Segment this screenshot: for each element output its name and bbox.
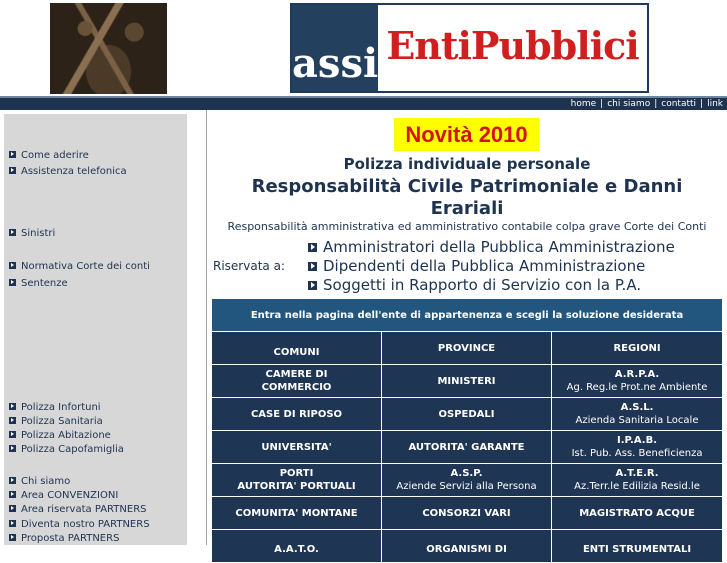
novita-banner: Novità 2010 (394, 118, 539, 151)
nav-home[interactable]: home (571, 99, 597, 109)
riservata-item-dipendenti[interactable]: Dipendenti della Pubblica Amministrazion… (308, 257, 645, 275)
top-nav: home | chi siamo | contatti | link (0, 98, 727, 110)
sidebar-item-sentenze[interactable]: Sentenze (9, 277, 68, 291)
logo-assi-text: assi (292, 5, 378, 91)
ente-province[interactable]: PROVINCE (381, 331, 552, 365)
arrow-right-icon (9, 431, 16, 438)
nav-contatti[interactable]: contatti (661, 99, 696, 109)
ente-magistrato-acque[interactable]: MAGISTRATO ACQUE (550, 496, 724, 530)
ente-universita[interactable]: UNIVERSITA' (211, 430, 382, 464)
main-content: Novità 2010 Polizza individuale personal… (207, 110, 727, 563)
logo-entipubblici-text: EntiPubblici (386, 23, 639, 68)
ente-consorzi-vari[interactable]: CONSORZI VARI (381, 496, 552, 530)
nav-link[interactable]: link (707, 99, 723, 109)
nav-separator: | (654, 99, 658, 109)
ente-ospedali[interactable]: OSPEDALI (381, 397, 552, 431)
arrow-right-icon (9, 477, 16, 484)
ente-regioni[interactable]: REGIONI (550, 331, 724, 365)
sidebar-item-area-riservata[interactable]: Area riservata PARTNERS (9, 503, 146, 517)
arrow-right-icon (308, 243, 317, 252)
header-photo (50, 3, 167, 94)
sidebar-item-diventa-partners[interactable]: Diventa nostro PARTNERS (9, 518, 150, 532)
arrow-right-icon (9, 229, 16, 236)
ente-camere-commercio[interactable]: CAMERE DI COMMERCIO (211, 364, 382, 398)
arrow-right-icon (9, 491, 16, 498)
responsabilita-title: Responsabilità Civile Patrimoniale e Dan… (251, 176, 683, 219)
ente-ater[interactable]: A.T.E.R. Az.Terr.le Edilizia Resid.le (550, 463, 724, 497)
sidebar-item-polizza-infortuni[interactable]: Polizza Infortuni (9, 401, 101, 415)
ente-enti-strumentali[interactable]: ENTI STRUMENTALI (550, 529, 724, 563)
arrow-right-icon (9, 534, 16, 541)
responsabilita-subtitle: Responsabilità amministrativa ed amminis… (227, 220, 707, 233)
sidebar-item-proposta-partners[interactable]: Proposta PARTNERS (9, 532, 119, 546)
ente-comuni[interactable]: COMUNI (211, 331, 382, 365)
arrow-right-icon (9, 403, 16, 410)
sidebar-item-convenzioni[interactable]: Area CONVENZIONI (9, 489, 118, 503)
riservata-label: Riservata a: (213, 259, 285, 273)
arrow-right-icon (9, 151, 16, 158)
ente-organismi[interactable]: ORGANISMI DI (381, 529, 552, 563)
ente-ministeri[interactable]: MINISTERI (381, 364, 552, 398)
sidebar: Come aderire Assistenza telefonica Sinis… (4, 114, 187, 545)
ente-aato[interactable]: A.A.T.O. (211, 529, 382, 563)
sidebar-item-polizza-sanitaria[interactable]: Polizza Sanitaria (9, 415, 103, 429)
nav-chi-siamo[interactable]: chi siamo (607, 99, 650, 109)
sidebar-item-assistenza[interactable]: Assistenza telefonica (9, 165, 127, 179)
sidebar-item-chi-siamo[interactable]: Chi siamo (9, 475, 70, 489)
site-logo[interactable]: assi EntiPubblici (290, 3, 649, 93)
riservata-item-amministratori[interactable]: Amministratori della Pubblica Amministra… (308, 238, 675, 256)
ente-porti[interactable]: PORTI AUTORITA' PORTUALI (211, 463, 382, 497)
arrow-right-icon (9, 417, 16, 424)
sidebar-item-normativa[interactable]: Normativa Corte dei conti (9, 260, 150, 274)
ente-ipab[interactable]: I.P.A.B. Ist. Pub. Ass. Beneficienza (550, 430, 724, 464)
sidebar-item-sinistri[interactable]: Sinistri (9, 227, 55, 241)
arrow-right-icon (308, 262, 317, 271)
enti-table: Entra nella pagina dell'ente di apparten… (210, 298, 724, 563)
ente-arpa[interactable]: A.R.P.A. Ag. Reg.le Prot.ne Ambiente (550, 364, 724, 398)
nav-separator: | (700, 99, 704, 109)
nav-separator: | (600, 99, 604, 109)
arrow-right-icon (9, 167, 16, 174)
enti-table-header: Entra nella pagina dell'ente di apparten… (210, 298, 724, 332)
arrow-right-icon (9, 262, 16, 269)
ente-comunita-montane[interactable]: COMUNITA' MONTANE (211, 496, 382, 530)
ente-case-riposo[interactable]: CASE DI RIPOSO (211, 397, 382, 431)
arrow-right-icon (308, 281, 317, 290)
ente-autorita-garante[interactable]: AUTORITA' GARANTE (381, 430, 552, 464)
arrow-right-icon (9, 445, 16, 452)
polizza-title: Polizza individuale personale (343, 155, 591, 173)
header: assi EntiPubblici (0, 0, 727, 96)
sidebar-item-polizza-abitazione[interactable]: Polizza Abitazione (9, 429, 111, 443)
arrow-right-icon (9, 505, 16, 512)
sidebar-item-come-aderire[interactable]: Come aderire (9, 149, 89, 163)
sidebar-item-polizza-capofamiglia[interactable]: Polizza Capofamiglia (9, 443, 124, 457)
riservata-item-soggetti[interactable]: Soggetti in Rapporto di Servizio con la … (308, 276, 641, 294)
ente-asp[interactable]: A.S.P. Aziende Servizi alla Persona (381, 463, 552, 497)
arrow-right-icon (9, 279, 16, 286)
arrow-right-icon (9, 520, 16, 527)
ente-asl[interactable]: A.S.L. Azienda Sanitaria Locale (550, 397, 724, 431)
